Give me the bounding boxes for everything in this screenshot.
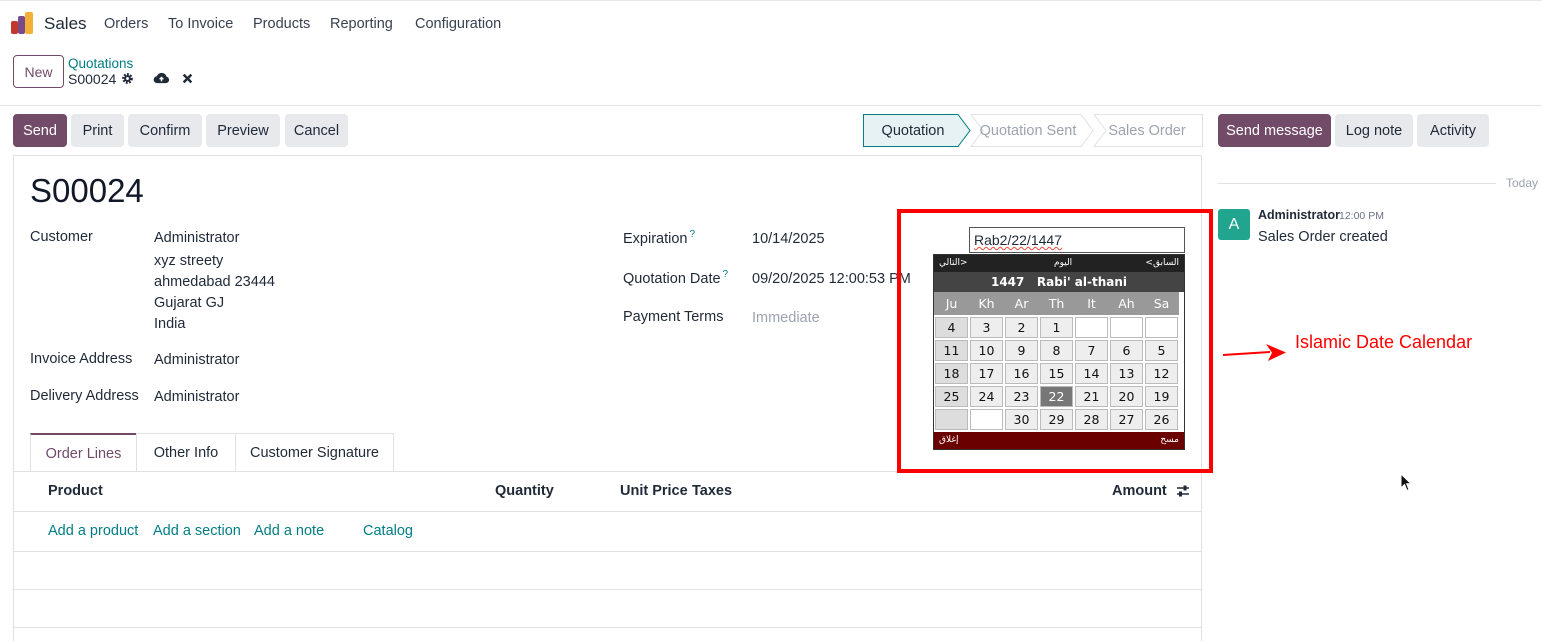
discard-x-icon[interactable] <box>182 73 193 84</box>
customer-line-name[interactable]: Administrator <box>154 230 239 246</box>
confirm-button[interactable]: Confirm <box>128 114 202 147</box>
today-label: Today <box>1506 176 1539 190</box>
customer-line-country: India <box>154 316 186 332</box>
send-message-button[interactable]: Send message <box>1218 114 1331 147</box>
payment-terms-field[interactable]: Immediate <box>752 310 820 326</box>
print-button[interactable]: Print <box>71 114 124 147</box>
message-time: 12:00 PM <box>1339 210 1384 222</box>
expiration-field[interactable]: 10/14/2025 <box>752 231 825 247</box>
tab-order-lines[interactable]: Order Lines <box>30 433 137 472</box>
tab-other-info[interactable]: Other Info <box>136 433 236 472</box>
record-name: S00024 <box>68 71 117 87</box>
column-quantity[interactable]: Quantity <box>495 483 554 499</box>
gear-icon[interactable] <box>121 72 134 85</box>
quotation-date-field[interactable]: 09/20/2025 12:00:53 PM <box>752 271 911 287</box>
quotation-date-label: Quotation Date? <box>623 269 729 287</box>
optional-columns-sliders-icon[interactable] <box>1176 484 1190 498</box>
nav-orders[interactable]: Orders <box>104 16 148 32</box>
column-unit-price[interactable]: Unit Price <box>620 483 688 499</box>
nav-configuration[interactable]: Configuration <box>415 16 501 32</box>
table-row-divider <box>14 627 1201 628</box>
send-button[interactable]: Send <box>13 114 67 147</box>
nav-products[interactable]: Products <box>253 16 310 32</box>
top-border <box>0 0 1542 1</box>
new-button[interactable]: New <box>13 55 64 88</box>
nav-to-invoice[interactable]: To Invoice <box>168 16 233 32</box>
delivery-address-label: Delivery Address <box>30 388 139 404</box>
breadcrumb-quotations[interactable]: Quotations <box>68 56 133 71</box>
annotation-arrow-icon <box>1222 344 1286 361</box>
log-note-button[interactable]: Log note <box>1335 114 1413 147</box>
help-icon[interactable]: ? <box>689 229 695 240</box>
table-row-divider <box>14 551 1201 552</box>
customer-line-state: Gujarat GJ <box>154 295 225 311</box>
today-divider <box>1218 183 1496 184</box>
order-title: S00024 <box>30 172 144 209</box>
column-product[interactable]: Product <box>48 483 103 499</box>
control-panel-divider <box>0 105 1542 106</box>
column-taxes[interactable]: Taxes <box>692 483 732 499</box>
add-product-link[interactable]: Add a product <box>48 523 138 539</box>
invoice-address-field[interactable]: Administrator <box>154 352 239 368</box>
add-note-link[interactable]: Add a note <box>254 523 324 539</box>
customer-label: Customer <box>30 229 93 245</box>
customer-line-city: ahmedabad 23444 <box>154 274 275 290</box>
table-header-divider <box>14 511 1201 512</box>
tab-customer-signature[interactable]: Customer Signature <box>235 433 394 472</box>
cancel-button[interactable]: Cancel <box>285 114 348 147</box>
nav-reporting[interactable]: Reporting <box>330 16 393 32</box>
invoice-address-label: Invoice Address <box>30 351 133 367</box>
activity-button[interactable]: Activity <box>1417 114 1489 147</box>
highlight-box <box>897 209 1213 473</box>
status-quotation[interactable]: Quotation <box>863 114 963 147</box>
avatar[interactable]: A <box>1218 209 1250 240</box>
top-navbar: Sales Orders To Invoice Products Reporti… <box>0 0 1542 48</box>
sales-app-logo-icon[interactable] <box>11 12 35 34</box>
table-row-divider <box>14 589 1201 590</box>
message-author[interactable]: Administrator <box>1258 208 1340 222</box>
mouse-cursor-icon <box>1400 473 1412 492</box>
preview-button[interactable]: Preview <box>206 114 280 147</box>
status-quotation-sent[interactable]: Quotation Sent <box>970 114 1086 147</box>
column-amount[interactable]: Amount <box>1112 483 1167 499</box>
add-section-link[interactable]: Add a section <box>153 523 241 539</box>
app-name[interactable]: Sales <box>44 14 87 34</box>
delivery-address-field[interactable]: Administrator <box>154 389 239 405</box>
customer-line-street: xyz streety <box>154 253 224 269</box>
save-cloud-icon[interactable] <box>153 71 170 85</box>
expiration-label: Expiration? <box>623 229 696 247</box>
message-body: Sales Order created <box>1258 229 1388 245</box>
help-icon[interactable]: ? <box>723 269 729 280</box>
annotation-label: Islamic Date Calendar <box>1295 332 1473 352</box>
status-sales-order[interactable]: Sales Order <box>1095 114 1199 147</box>
catalog-link[interactable]: Catalog <box>363 523 413 539</box>
payment-terms-label: Payment Terms <box>623 309 724 325</box>
